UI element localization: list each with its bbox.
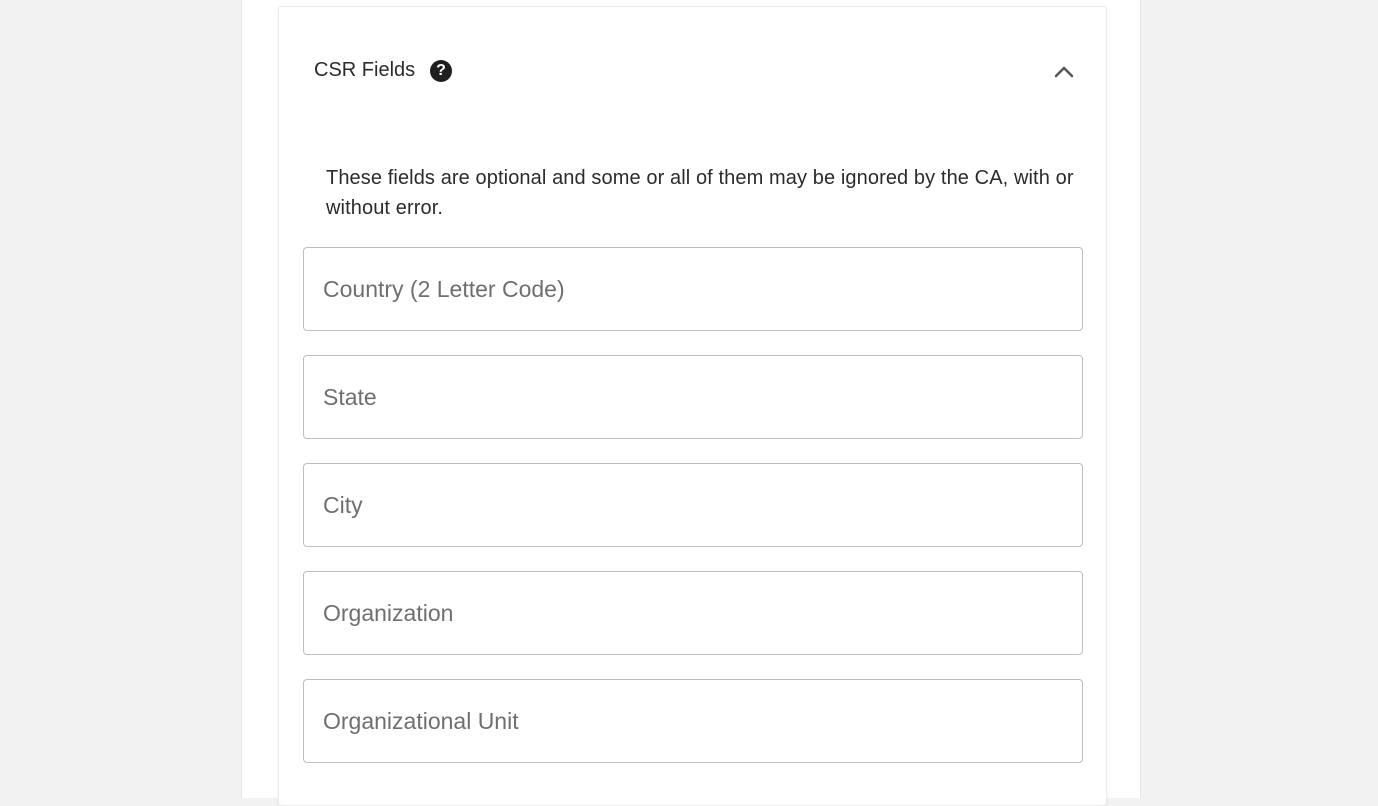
state-input[interactable] [304, 356, 1082, 438]
chevron-up-icon[interactable] [1052, 62, 1076, 82]
help-icon[interactable]: ? [430, 60, 452, 82]
city-field [303, 463, 1083, 547]
organization-input[interactable] [304, 572, 1082, 654]
organization-field [303, 571, 1083, 655]
city-input[interactable] [304, 464, 1082, 546]
country-input[interactable] [304, 248, 1082, 330]
csr-fields-card: CSR Fields ? These fields are optional a… [278, 6, 1107, 806]
country-field [303, 247, 1083, 331]
state-field [303, 355, 1083, 439]
csr-fields-header[interactable]: CSR Fields ? [279, 7, 1106, 137]
organizational-unit-input[interactable] [304, 680, 1082, 762]
content-panel: CSR Fields ? These fields are optional a… [241, 0, 1141, 806]
csr-description: These fields are optional and some or al… [326, 167, 1074, 219]
organizational-unit-field [303, 679, 1083, 763]
card-title: CSR Fields [314, 59, 416, 81]
